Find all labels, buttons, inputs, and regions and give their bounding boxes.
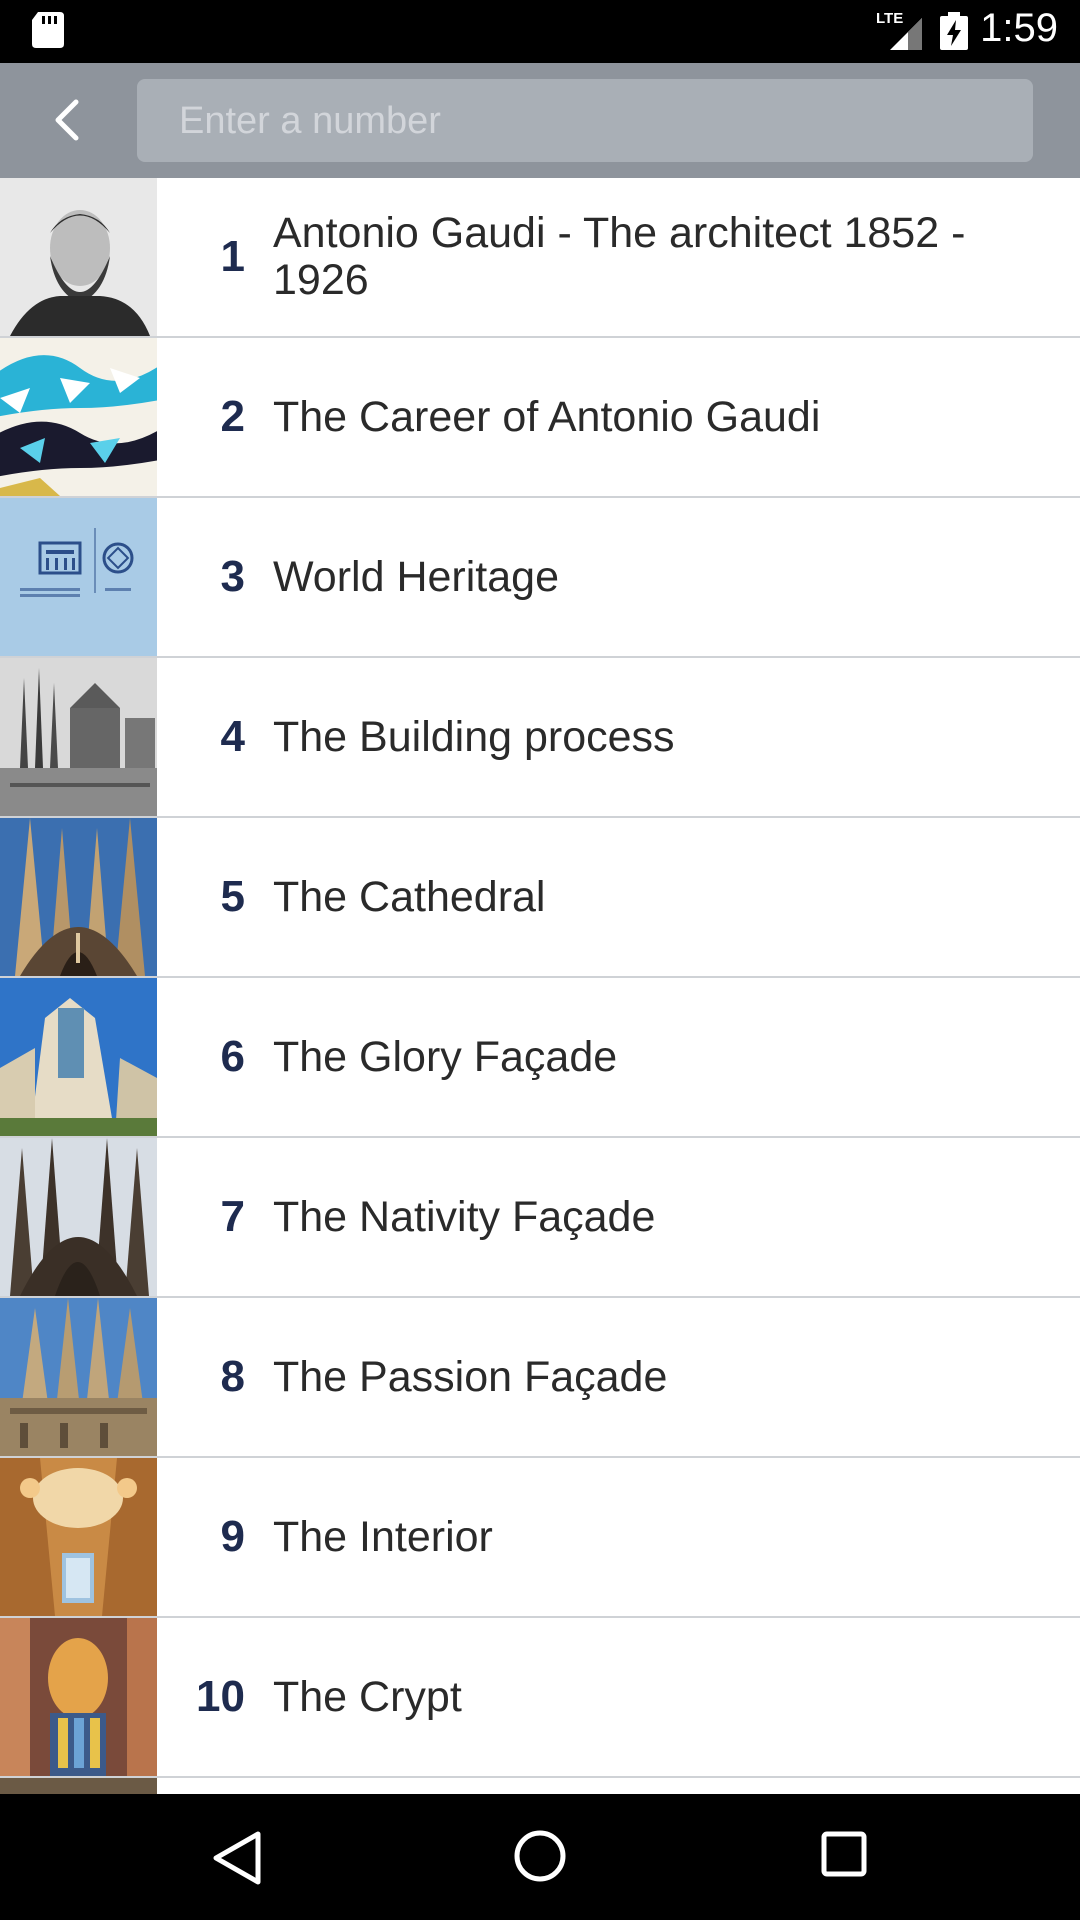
nav-back-icon[interactable] <box>210 1830 262 1886</box>
signal-icon <box>890 18 922 50</box>
item-number: 6 <box>220 1032 245 1081</box>
list-item[interactable]: 9 The Interior <box>0 1458 1080 1618</box>
thumbnail-passion-facade <box>0 1298 157 1456</box>
nav-home-icon[interactable] <box>512 1828 568 1884</box>
item-title: The Nativity Façade <box>273 1192 656 1241</box>
thumbnail-unesco-logo <box>0 498 157 656</box>
item-number: 3 <box>220 552 245 601</box>
app-bar <box>0 63 1080 178</box>
item-number: 4 <box>220 712 245 761</box>
list-item-partial <box>0 1778 1080 1794</box>
item-title: The Glory Façade <box>273 1032 618 1081</box>
list-item[interactable]: 7 The Nativity Façade <box>0 1138 1080 1298</box>
number-search-input[interactable] <box>177 79 1011 164</box>
thumbnail-crypt <box>0 1618 157 1776</box>
item-title: The Building process <box>273 712 675 761</box>
item-title: Antonio Gaudi - The architect 1852 - 192… <box>273 209 966 304</box>
thumbnail-interior <box>0 1458 157 1616</box>
list-item[interactable]: 10 The Crypt <box>0 1618 1080 1778</box>
item-title: The Cathedral <box>273 872 546 921</box>
list-item[interactable]: 1 Antonio Gaudi - The architect 1852 - 1… <box>0 178 1080 338</box>
thumbnail-glory-facade <box>0 978 157 1136</box>
list-item[interactable]: 8 The Passion Façade <box>0 1298 1080 1458</box>
thumbnail-partial <box>0 1778 157 1794</box>
item-number: 2 <box>220 392 245 441</box>
list-item[interactable]: 5 The Cathedral <box>0 818 1080 978</box>
list-item[interactable]: 4 The Building process <box>0 658 1080 818</box>
sd-card-icon <box>32 12 64 48</box>
item-title: The Career of Antonio Gaudi <box>273 392 821 441</box>
status-bar: LTE 1:59 <box>0 0 1080 63</box>
chevron-left-icon <box>55 99 79 141</box>
thumbnail-mosaic <box>0 338 157 496</box>
battery-charging-icon <box>940 12 968 50</box>
thumbnail-cathedral <box>0 818 157 976</box>
item-title: The Passion Façade <box>273 1352 668 1401</box>
list-item[interactable]: 2 The Career of Antonio Gaudi <box>0 338 1080 498</box>
search-box[interactable] <box>137 79 1033 164</box>
clock: 1:59 <box>980 6 1058 50</box>
thumbnail-historic-photo <box>0 658 157 816</box>
back-button[interactable] <box>36 87 98 153</box>
item-number: 10 <box>196 1672 245 1721</box>
item-number: 9 <box>220 1512 245 1561</box>
thumbnail-portrait <box>0 178 157 336</box>
item-number: 1 <box>220 232 245 281</box>
item-title: The Crypt <box>273 1672 462 1721</box>
nav-recents-icon[interactable] <box>820 1830 868 1878</box>
item-title: World Heritage <box>273 552 559 601</box>
item-number: 5 <box>220 872 245 921</box>
list-item[interactable]: 3 World Heritage <box>0 498 1080 658</box>
chapter-list: 1 Antonio Gaudi - The architect 1852 - 1… <box>0 178 1080 1794</box>
list-item[interactable]: 6 The Glory Façade <box>0 978 1080 1138</box>
system-nav-bar <box>0 1794 1080 1920</box>
item-number: 8 <box>220 1352 245 1401</box>
item-number: 7 <box>220 1192 245 1241</box>
thumbnail-nativity-facade <box>0 1138 157 1296</box>
item-title: The Interior <box>273 1512 493 1561</box>
